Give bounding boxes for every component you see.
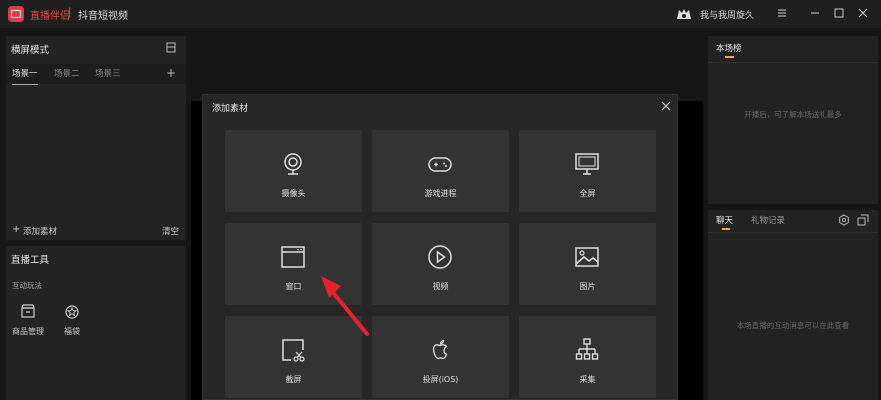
minimize-icon[interactable] xyxy=(806,4,824,22)
divider xyxy=(708,62,878,63)
product-management-label: 商品管理 xyxy=(12,327,44,336)
tab-chat[interactable]: 聊天 xyxy=(716,214,733,226)
gamepad-icon xyxy=(428,157,452,172)
tile-fullscreen-label: 全屏 xyxy=(579,189,596,198)
chat-hint: 本场直播的互动消息可以在此查看 xyxy=(736,321,850,330)
image-icon xyxy=(575,247,599,267)
tab-scene-2[interactable]: 场景二 xyxy=(54,64,80,84)
close-dialog-icon[interactable] xyxy=(661,101,671,111)
app-subtitle: 抖音短视频 xyxy=(78,11,128,22)
switch-mode-icon[interactable] xyxy=(166,42,176,53)
tab-scene-1[interactable]: 场景一 xyxy=(12,64,38,85)
tile-video-label: 视频 xyxy=(432,282,449,291)
tile-image-label: 图片 xyxy=(579,282,596,291)
tile-image[interactable]: 图片 xyxy=(519,223,656,305)
red-arrow-annotation xyxy=(321,276,369,336)
tab-active-indicator xyxy=(722,228,730,230)
tile-capture-label: 采集 xyxy=(579,375,596,384)
live-tools-panel: 直播工具 互动玩法 商品管理 福袋 xyxy=(6,246,186,400)
settings-icon[interactable] xyxy=(838,214,850,226)
tile-capture[interactable]: 采集 xyxy=(519,316,656,398)
material-bar: + 添加素材 清空 xyxy=(6,220,186,240)
dialog-title: 添加素材 xyxy=(212,104,249,114)
interactive-play-label: 互动玩法 xyxy=(12,281,42,290)
tab-scene-3[interactable]: 场景三 xyxy=(95,64,121,84)
scene-tabs: 场景一 场景二 场景三 + xyxy=(6,64,186,85)
tile-game-process-label: 游戏进程 xyxy=(424,189,457,198)
add-material-button[interactable]: 添加素材 xyxy=(23,225,57,237)
tile-game-process[interactable]: 游戏进程 xyxy=(372,130,509,212)
clear-button[interactable]: 清空 xyxy=(162,225,179,237)
divider xyxy=(708,232,878,233)
user-name[interactable]: 我与我周旋久 xyxy=(700,8,754,21)
tab-gift-records[interactable]: 礼物记录 xyxy=(751,214,785,226)
lucky-bag-icon xyxy=(65,305,79,319)
tile-camera[interactable]: 摄像头 xyxy=(225,130,362,212)
lucky-bag-button[interactable]: 福袋 xyxy=(52,302,92,337)
leaderboard-hint: 开播后，可了解本场送礼最多 xyxy=(744,110,842,119)
shop-icon xyxy=(21,304,35,318)
lucky-bag-label: 福袋 xyxy=(64,327,80,336)
tile-fullscreen[interactable]: 全屏 xyxy=(519,130,656,212)
plus-icon[interactable]: + xyxy=(12,224,20,235)
add-material-dialog: 添加素材 摄像头 游戏进程 全屏 窗口 视频 图片 截屏 投屏(iOS) 采集 xyxy=(202,94,678,400)
title-bar: 直播伴侣 | 抖音短视频 我与我周旋久 xyxy=(0,0,881,28)
capture-icon xyxy=(575,338,599,360)
tile-screenshot-label: 截屏 xyxy=(285,375,302,384)
maximize-icon[interactable] xyxy=(830,4,848,22)
title-separator: | xyxy=(68,7,72,18)
scene-panel: 横屏模式 场景一 场景二 场景三 + + 添加素材 清空 xyxy=(6,36,186,240)
window-icon xyxy=(281,246,305,268)
play-icon xyxy=(428,245,452,269)
tile-screen-mirror-ios-label: 投屏(iOS) xyxy=(422,375,459,384)
product-management-button[interactable]: 商品管理 xyxy=(8,302,48,337)
app-name: 直播伴侣 xyxy=(30,11,70,22)
monitor-icon xyxy=(575,153,599,175)
tab-active-indicator xyxy=(725,56,734,58)
add-scene-button[interactable]: + xyxy=(166,64,176,82)
popout-icon[interactable] xyxy=(857,214,869,226)
camera-icon xyxy=(284,153,302,175)
screenshot-icon xyxy=(282,339,305,362)
tab-leaderboard[interactable]: 本场榜 xyxy=(716,42,742,54)
tile-video[interactable]: 视频 xyxy=(372,223,509,305)
live-tools-title: 直播工具 xyxy=(11,255,50,266)
tile-screen-mirror-ios[interactable]: 投屏(iOS) xyxy=(372,316,509,398)
menu-icon[interactable] xyxy=(773,4,791,22)
app-logo-icon xyxy=(8,6,24,22)
close-window-icon[interactable] xyxy=(854,4,872,22)
apple-icon xyxy=(432,339,448,360)
orientation-mode-title: 横屏模式 xyxy=(11,45,50,56)
user-avatar-icon[interactable] xyxy=(676,6,692,22)
chat-panel: 聊天 礼物记录 本场直播的互动消息可以在此查看 xyxy=(708,210,878,400)
leaderboard-panel: 本场榜 开播后，可了解本场送礼最多 xyxy=(708,36,878,204)
tile-camera-label: 摄像头 xyxy=(281,189,306,198)
